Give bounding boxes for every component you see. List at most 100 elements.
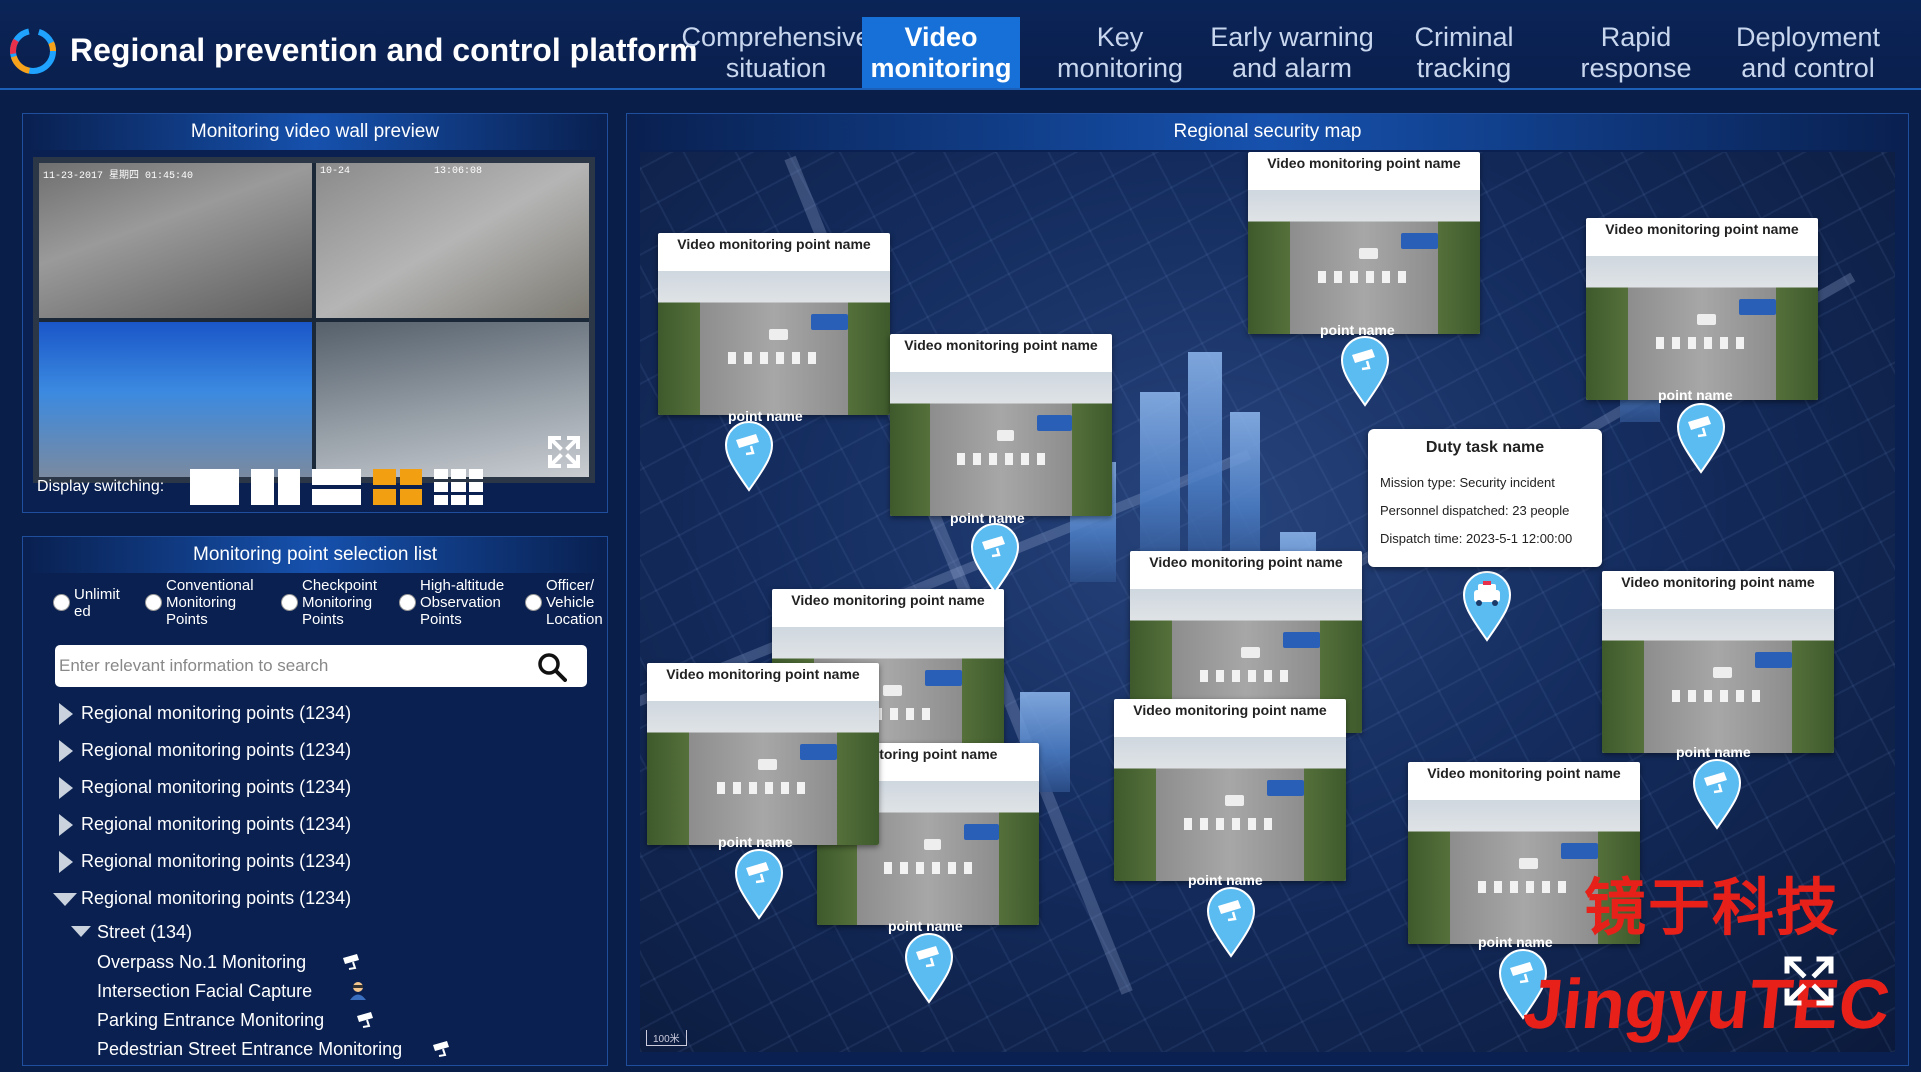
duty-task-card[interactable]: Duty task name Mission type: Security in… bbox=[1368, 429, 1602, 567]
video-monitoring-card[interactable]: Video monitoring point name bbox=[647, 663, 879, 845]
video-wall-title: Monitoring video wall preview bbox=[23, 114, 607, 150]
video-wall-panel: Monitoring video wall preview 11-23-2017… bbox=[22, 113, 608, 513]
video-monitoring-card[interactable]: Video monitoring point name bbox=[1586, 218, 1818, 400]
tree-group[interactable]: Regional monitoring points (1234) bbox=[49, 806, 609, 843]
map-building bbox=[1140, 392, 1180, 572]
radio-icon[interactable] bbox=[145, 594, 162, 611]
point-list-title: Monitoring point selection list bbox=[23, 537, 607, 573]
radio-icon[interactable] bbox=[399, 594, 416, 611]
camera-pin-icon[interactable] bbox=[724, 420, 774, 492]
nav-rapid-response[interactable]: Rapid response bbox=[1550, 17, 1722, 88]
video-monitoring-card[interactable]: Video monitoring point name bbox=[1602, 571, 1834, 753]
card-title: Video monitoring point name bbox=[1267, 155, 1461, 171]
camera-feed[interactable] bbox=[316, 322, 589, 477]
nav-video-monitoring[interactable]: Video monitoring bbox=[862, 17, 1020, 88]
police-car-pin-icon[interactable] bbox=[1462, 570, 1512, 642]
tree-leaf[interactable]: Overpass No.1 Monitoring bbox=[49, 948, 609, 977]
layout-1x1-button[interactable] bbox=[190, 469, 239, 505]
camera-feed[interactable] bbox=[39, 322, 312, 477]
duty-time: Dispatch time: 2023-5-1 12:00:00 bbox=[1380, 531, 1573, 546]
pin-label: point name bbox=[1658, 387, 1733, 403]
tree-group[interactable]: Regional monitoring points (1234) bbox=[49, 732, 609, 769]
face-capture-icon bbox=[350, 982, 366, 1000]
nav-deployment-control[interactable]: Deployment and control bbox=[1722, 17, 1894, 88]
camera-feed[interactable]: 10-24 13:06:08 bbox=[316, 163, 589, 318]
main-nav: Comprehensive situation Video monitoring… bbox=[681, 17, 1894, 88]
header: Regional prevention and control platform… bbox=[0, 0, 1921, 90]
camera-icon bbox=[357, 1012, 373, 1028]
map-fullscreen-icon[interactable] bbox=[1783, 955, 1835, 1007]
collapse-arrow-icon[interactable] bbox=[53, 893, 77, 906]
radio-icon[interactable] bbox=[281, 594, 298, 611]
security-map[interactable]: Video monitoring point name Video monito… bbox=[640, 152, 1895, 1052]
expand-arrow-icon[interactable] bbox=[59, 851, 73, 873]
nav-key-monitoring[interactable]: Key monitoring bbox=[1034, 17, 1206, 88]
card-video bbox=[1602, 609, 1834, 753]
point-list-panel: Monitoring point selection list Unlimite… bbox=[22, 536, 608, 1066]
camera-pin-icon[interactable] bbox=[904, 932, 954, 1004]
search-icon[interactable] bbox=[537, 652, 567, 682]
display-switching-label: Display switching: bbox=[37, 478, 165, 495]
layout-3x3-button[interactable] bbox=[434, 469, 483, 505]
video-monitoring-card[interactable]: Video monitoring point name bbox=[890, 334, 1112, 516]
layout-2x2-button[interactable] bbox=[373, 469, 422, 505]
camera-feed[interactable]: 11-23-2017 星期四 01:45:40 bbox=[39, 163, 312, 318]
nav-early-warning[interactable]: Early warning and alarm bbox=[1206, 17, 1378, 88]
camera-icon bbox=[343, 954, 359, 970]
tree-leaf[interactable]: Pedestrian Street Entrance Monitoring bbox=[49, 1035, 609, 1064]
expand-arrow-icon[interactable] bbox=[59, 740, 73, 762]
filter-conventional[interactable]: Conventional Monitoring Points bbox=[145, 577, 273, 628]
camera-pin-icon[interactable] bbox=[1340, 335, 1390, 407]
video-monitoring-card[interactable]: Video monitoring point name bbox=[1114, 699, 1346, 881]
filter-officer-vehicle[interactable]: Officer/ Vehicle Location bbox=[525, 577, 617, 628]
filter-unlimited[interactable]: Unlimited bbox=[53, 577, 137, 628]
card-title: Video monitoring point name bbox=[1427, 765, 1621, 781]
layout-1x2-button[interactable] bbox=[251, 469, 300, 505]
camera-icon bbox=[433, 1041, 449, 1057]
camera-pin-icon[interactable] bbox=[734, 848, 784, 920]
map-title: Regional security map bbox=[627, 114, 1908, 150]
card-video bbox=[1114, 737, 1346, 881]
radio-icon[interactable] bbox=[525, 594, 542, 611]
card-video bbox=[1248, 190, 1480, 334]
camera-pin-icon[interactable] bbox=[1206, 886, 1256, 958]
expand-arrow-icon[interactable] bbox=[59, 814, 73, 836]
card-title: Video monitoring point name bbox=[1621, 574, 1815, 590]
camera-pin-icon[interactable] bbox=[1692, 758, 1742, 830]
expand-arrow-icon[interactable] bbox=[59, 777, 73, 799]
expand-arrow-icon[interactable] bbox=[59, 703, 73, 725]
nav-comprehensive-situation[interactable]: Comprehensive situation bbox=[681, 17, 870, 88]
tree-group-expanded[interactable]: Regional monitoring points (1234) bbox=[49, 880, 609, 917]
tree-subgroup[interactable]: Street (134) bbox=[49, 917, 609, 948]
filter-high-altitude[interactable]: High-altitude Observation Points bbox=[399, 577, 517, 628]
search-box bbox=[55, 645, 587, 687]
tree-leaf[interactable]: Intersection Facial Capture bbox=[49, 977, 609, 1006]
tree-leaf[interactable]: Parking Entrance Monitoring bbox=[49, 1006, 609, 1035]
layout-switcher bbox=[190, 469, 483, 505]
video-monitoring-card[interactable]: Video monitoring point name bbox=[1248, 152, 1480, 334]
search-input[interactable] bbox=[55, 645, 535, 687]
card-video bbox=[658, 271, 890, 415]
video-monitoring-card[interactable]: Video monitoring point name bbox=[658, 233, 890, 415]
tree-group[interactable]: Regional monitoring points (1234) bbox=[49, 769, 609, 806]
layout-2x1-button[interactable] bbox=[312, 469, 361, 505]
nav-criminal-tracking[interactable]: Criminal tracking bbox=[1378, 17, 1550, 88]
camera-pin-icon[interactable] bbox=[970, 522, 1020, 594]
video-wall: 11-23-2017 星期四 01:45:40 10-24 13:06:08 bbox=[33, 157, 595, 483]
radio-icon[interactable] bbox=[53, 594, 70, 611]
watermark-english: JingyuTEC bbox=[1520, 965, 1895, 1043]
logo-icon bbox=[10, 28, 56, 74]
filter-checkpoint[interactable]: Checkpoint Monitoring Points bbox=[281, 577, 391, 628]
tree-group[interactable]: Regional monitoring points (1234) bbox=[49, 695, 609, 732]
tree-group[interactable]: Regional monitoring points (1234) bbox=[49, 843, 609, 880]
camera-pin-icon[interactable] bbox=[1676, 402, 1726, 474]
card-video bbox=[890, 372, 1112, 516]
watermark-chinese: 镜于科技 bbox=[1583, 871, 1840, 944]
fullscreen-icon[interactable] bbox=[547, 435, 581, 469]
point-tree: Regional monitoring points (1234) Region… bbox=[49, 695, 609, 1064]
app-title: Regional prevention and control platform bbox=[70, 32, 698, 68]
collapse-arrow-icon[interactable] bbox=[71, 926, 91, 937]
map-building bbox=[1230, 412, 1260, 572]
duty-mission-type: Mission type: Security incident bbox=[1380, 475, 1555, 490]
duty-task-title: Duty task name bbox=[1425, 439, 1545, 456]
